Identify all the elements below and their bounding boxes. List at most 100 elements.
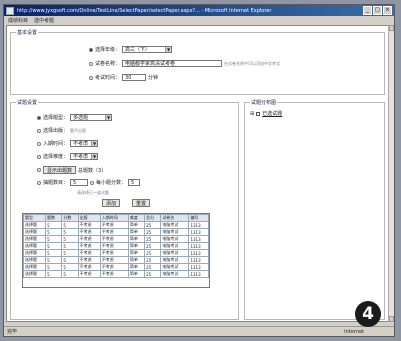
vertical-scrollbar[interactable] (388, 25, 394, 322)
question-table: 题型 题数 分数 出版 入期时间 难度 总分 试卷名 编号 选择题 5 5 不考虑 不考虑 简单 25 电脑考… (22, 213, 210, 288)
browser-window: http://www.jyxgsoft.com/Online/TestLine/… (3, 4, 395, 337)
table-cell: 简单 (127, 256, 146, 264)
table-cell: 1313 (188, 242, 209, 250)
table-cell: 不考虑 (77, 256, 101, 264)
date-select[interactable]: 不考虑 ▼ (70, 140, 99, 147)
expand-icon[interactable]: ⊞ (250, 111, 254, 117)
grade-radio[interactable] (89, 47, 93, 52)
score-input[interactable]: 5 (128, 179, 141, 186)
difficulty-radio[interactable] (37, 154, 41, 159)
table-row[interactable]: 选择题 5 5 不考虑 不考虑 简单 25 电脑考试 1313 (23, 270, 209, 278)
table-cell: 5 (45, 228, 63, 236)
exam-time-input[interactable]: 30 (122, 74, 147, 81)
exam-time-label: 考试时间： (95, 75, 121, 81)
table-header: 入期时间 (99, 214, 129, 222)
question-settings-legend: 试题设置 (16, 99, 39, 106)
table-cell: 5 (45, 221, 63, 229)
qtype-radio[interactable] (37, 115, 41, 120)
window-title: http://www.jyxgsoft.com/Online/TestLine/… (17, 7, 272, 14)
hint-text: 请选择已一道试题 (77, 190, 109, 195)
chevron-down-icon: ▼ (165, 47, 172, 52)
show-count-button[interactable]: 显示出题数 (43, 166, 77, 174)
table-cell: 25 (144, 228, 162, 236)
date-row: 入期时间： 不考虑 ▼ (37, 140, 99, 147)
table-cell: 电脑考试 (160, 249, 190, 257)
distribution-legend: 试题分布图 (250, 99, 278, 106)
table-cell: 5 (45, 249, 63, 257)
tree-item-label[interactable]: 已选试题 (262, 110, 282, 117)
paper-name-input[interactable]: 电脑都学家高清试考卷 (122, 60, 223, 67)
table-row[interactable]: 选择题 5 5 不考虑 不考虑 简单 25 电脑考试 1313 (23, 249, 209, 257)
show-count-note: 总题数（3） (78, 167, 107, 174)
table-cell: 不考虑 (77, 235, 101, 243)
table-cell: 不考虑 (99, 249, 129, 257)
minimize-button[interactable]: _ (363, 6, 372, 15)
show-count-radio[interactable] (37, 168, 41, 172)
difficulty-select[interactable]: 不考虑 ▼ (70, 153, 99, 160)
scroll-down-icon[interactable] (389, 316, 394, 322)
exam-time-radio[interactable] (89, 75, 93, 80)
reset-button[interactable]: 重置 (132, 199, 151, 207)
pick-radio[interactable] (37, 180, 41, 185)
table-cell: 选择题 (23, 242, 47, 250)
paper-name-label: 试卷名称： (95, 61, 121, 67)
menu-item-score[interactable]: 成绩科目 (8, 17, 28, 24)
grade-row: 选择年级： 高三（下） ▼ (89, 46, 173, 53)
table-header: 题型 (23, 214, 47, 222)
table-cell: 简单 (127, 249, 146, 257)
status-text: 完毕 (7, 329, 18, 335)
table-row[interactable]: 选择题 5 5 不考虑 不考虑 简单 25 电脑考试 1313 (23, 263, 209, 271)
table-cell: 电脑考试 (160, 221, 190, 229)
show-count-row: 显示出题数 总题数（3） (37, 166, 106, 174)
table-cell: 不考虑 (99, 263, 129, 271)
score-radio[interactable] (90, 180, 95, 185)
table-row[interactable]: 选择题 5 5 不考虑 不考虑 简单 25 电脑考试 1313 (23, 235, 209, 243)
table-cell: 简单 (127, 228, 146, 236)
table-cell: 电脑考试 (160, 235, 190, 243)
table-cell: 选择题 (23, 249, 47, 257)
table-cell: 电脑考试 (160, 228, 190, 236)
hint-row: 请选择已一道试题 (77, 190, 109, 196)
table-header: 总分 (144, 214, 162, 222)
table-cell: 电脑考试 (160, 242, 190, 250)
table-cell: 电脑考试 (160, 270, 190, 278)
table-cell: 选择题 (23, 221, 47, 229)
close-button[interactable]: × (383, 6, 392, 15)
table-cell: 5 (61, 263, 79, 271)
grade-select[interactable]: 高三（下） ▼ (122, 46, 173, 53)
table-cell: 5 (45, 263, 63, 271)
tree-item[interactable]: ⊞ 已选试题 (250, 110, 282, 118)
table-cell: 5 (45, 242, 63, 250)
table-row[interactable]: 选择题 5 5 不考虑 不考虑 简单 25 电脑考试 1313 (23, 221, 209, 229)
table-row[interactable]: 选择题 5 5 不考虑 不考虑 简单 25 电脑考试 1313 (23, 228, 209, 236)
date-radio[interactable] (37, 141, 41, 146)
table-row[interactable]: 选择题 5 5 不考虑 不考虑 简单 25 电脑考试 1313 (23, 256, 209, 264)
table-cell: 5 (61, 242, 79, 250)
table-cell: 选择题 (23, 256, 47, 264)
table-cell: 选择题 (23, 235, 47, 243)
table-cell: 简单 (127, 235, 146, 243)
exam-time-unit: 分钟 (148, 75, 159, 81)
table-cell: 5 (61, 221, 79, 229)
table-cell: 1313 (188, 249, 209, 257)
zone-text: Internet (344, 328, 364, 335)
paper-name-row: 试卷名称： 电脑都学家高清试考卷 在试卷名称中可以添加中学考试 (89, 60, 280, 67)
publisher-radio[interactable] (37, 128, 41, 133)
table-cell: 简单 (127, 270, 146, 278)
menu-item-selected[interactable]: 选中考题 (34, 17, 54, 24)
pick-count-input[interactable]: 5 (70, 179, 89, 186)
tree-checkbox[interactable] (256, 111, 261, 116)
maximize-button[interactable]: □ (373, 6, 382, 15)
qtype-select[interactable]: 多选题 ▼ (70, 114, 113, 121)
score-label: 每小题分数： (96, 180, 127, 186)
table-cell: 25 (144, 242, 162, 250)
paper-name-radio[interactable] (89, 61, 93, 66)
table-header: 难度 (127, 214, 146, 222)
table-row[interactable]: 选择题 5 5 不考虑 不考虑 简单 25 电脑考试 1313 (23, 242, 209, 250)
scroll-up-icon[interactable] (389, 25, 394, 31)
table-header: 编号 (188, 214, 209, 222)
publisher-row: 选择出版： 题不出版 (37, 127, 86, 134)
ie-icon (6, 6, 14, 15)
add-button[interactable]: 添加 (102, 199, 121, 207)
table-cell: 5 (61, 249, 79, 257)
